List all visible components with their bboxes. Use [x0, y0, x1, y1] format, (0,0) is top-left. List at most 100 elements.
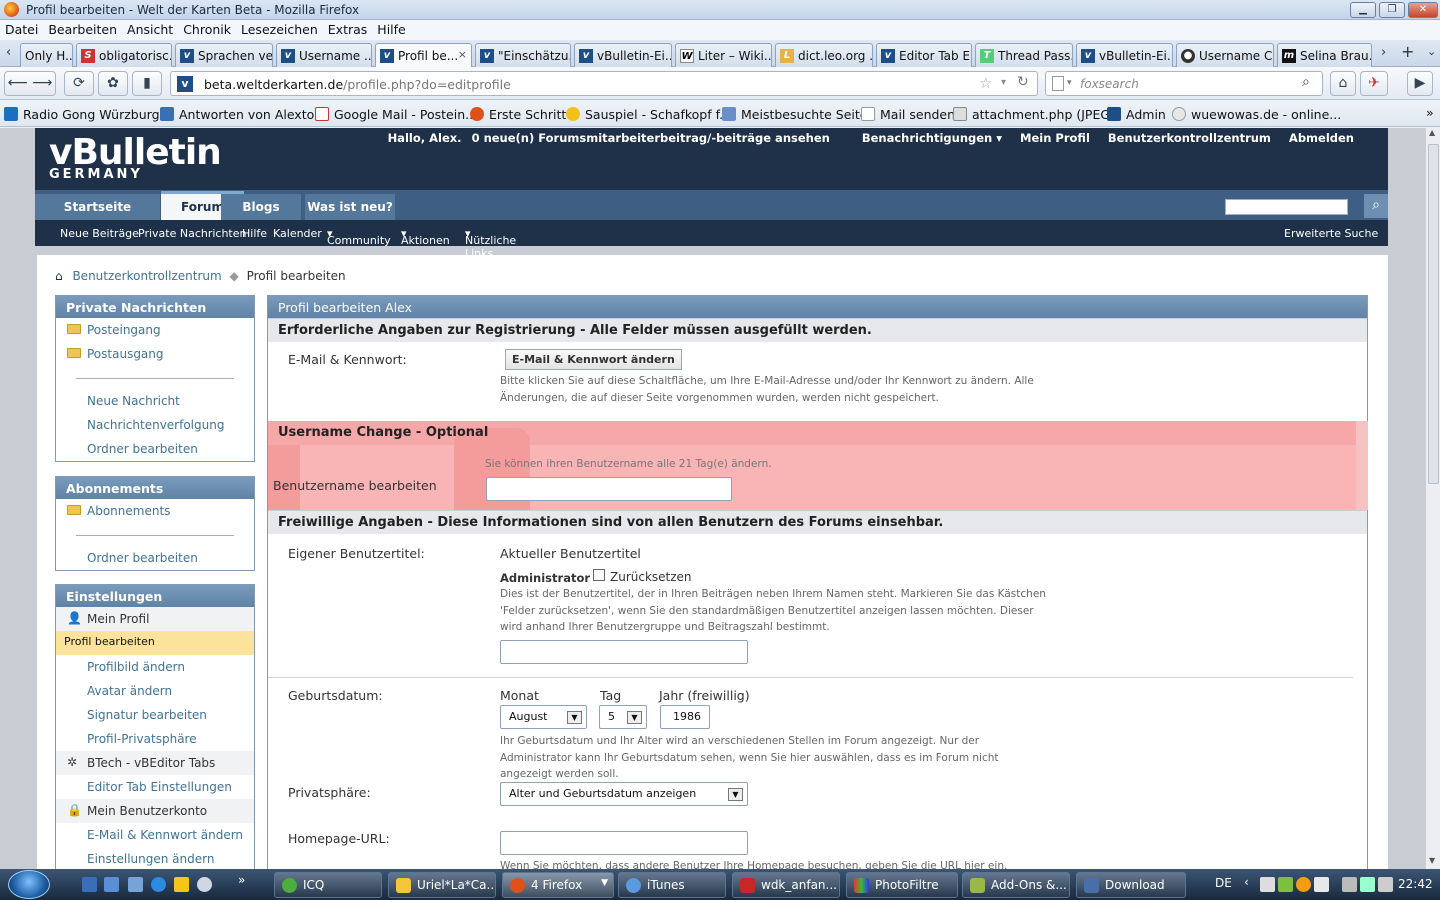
back-forward-button[interactable]: ⟵ ⟶ — [4, 71, 56, 96]
tab-close-icon[interactable]: × — [458, 48, 467, 61]
sidebar-item-profilbild[interactable]: Profilbild ändern — [56, 655, 254, 679]
tab-was-ist-neu[interactable]: Was ist neu? — [305, 194, 395, 220]
network-icon[interactable] — [1260, 877, 1275, 892]
media-icon[interactable]: ▶ — [1407, 71, 1433, 96]
tab-only-h[interactable]: Only H... — [20, 43, 73, 67]
tab-startseite[interactable]: Startseite — [35, 194, 160, 220]
tab-vbulletin-1[interactable]: v vBulletin-Ei... — [574, 43, 672, 67]
taskbar-firefox[interactable]: 4 Firefox ▼ — [502, 872, 614, 898]
sidebar-item-avatar[interactable]: Avatar ändern — [56, 679, 254, 703]
scrollbar-thumb[interactable] — [1428, 144, 1439, 484]
sidebar-item-neue-nachricht[interactable]: Neue Nachricht — [56, 389, 254, 413]
header-search-input[interactable] — [1225, 199, 1348, 215]
url-bar[interactable]: v beta.weltderkarten.de/profile.php?do=e… — [170, 71, 1038, 96]
custom-title-input[interactable] — [500, 640, 748, 664]
subnav-nuetzliche-links[interactable]: Nützliche Links ▾ — [465, 227, 516, 260]
menu-bearbeiten[interactable]: Bearbeiten — [43, 20, 122, 37]
tab-editor-tab[interactable]: vEditor Tab E... — [876, 43, 972, 67]
year-input[interactable]: 1986 — [660, 705, 710, 729]
tab-einschaetzung[interactable]: v"Einschätzu... — [475, 43, 571, 67]
sidebar-item-posteingang[interactable]: Posteingang — [56, 318, 254, 342]
tab-blogs[interactable]: Blogs — [221, 194, 301, 220]
sidebar-item-email-kennwort[interactable]: E-Mail & Kennwort ändern — [56, 823, 254, 847]
sidebar-item-abo-ordner-bearbeiten[interactable]: Ordner bearbeiten — [56, 546, 254, 570]
tab-selina[interactable]: mSelina Brau... — [1277, 43, 1372, 67]
sidebar-item-profil-privatsphaere[interactable]: Profil-Privatsphäre — [56, 727, 254, 751]
moderation-link[interactable]: 0 neue(n) Forumsmitarbeiterbeitrag/-beit… — [472, 131, 830, 145]
internet-explorer-icon[interactable] — [151, 877, 166, 892]
bookmark-admin[interactable]: Admin — [1107, 107, 1166, 122]
menu-chronik[interactable]: Chronik — [178, 20, 236, 37]
reset-title-checkbox[interactable] — [593, 569, 605, 581]
sidebar-item-ordner-bearbeiten[interactable]: Ordner bearbeiten — [56, 437, 254, 461]
tab-username[interactable]: v Username ... — [276, 43, 372, 67]
tab-scroll-left-icon[interactable]: ‹ — [6, 45, 11, 60]
menu-hilfe[interactable]: Hilfe — [372, 20, 410, 37]
privacy-select[interactable]: Alter und Geburtsdatum anzeigen ▼ — [500, 782, 748, 806]
clock[interactable]: 22:42 — [1398, 877, 1433, 891]
subnav-community[interactable]: Community ▾ — [327, 227, 391, 247]
tray-expand-icon[interactable]: ‹ — [1244, 875, 1249, 889]
tab-sprachen[interactable]: vSprachen ve... — [175, 43, 273, 67]
subnav-kalender[interactable]: Kalender — [273, 227, 322, 240]
tray-app-icon[interactable] — [1314, 877, 1329, 892]
sidebar-item-signatur[interactable]: Signatur bearbeiten — [56, 703, 254, 727]
new-tab-icon[interactable]: + — [1401, 42, 1414, 61]
search-engine-icon[interactable] — [1052, 76, 1064, 91]
tab-scroll-right-icon[interactable]: › — [1381, 45, 1386, 60]
subnav-neue-beitraege[interactable]: Neue Beiträge — [60, 227, 139, 240]
home-icon[interactable]: ⌂ — [55, 269, 63, 283]
tab-dict-leo[interactable]: Ldict.leo.org ... — [775, 43, 873, 67]
update-icon[interactable] — [1296, 877, 1311, 892]
sidebar-item-einstellungen[interactable]: Einstellungen ändern — [56, 847, 254, 869]
tab-vbulletin-2[interactable]: v vBulletin-Ei... — [1076, 43, 1173, 67]
antivirus-icon[interactable] — [1278, 877, 1293, 892]
menu-ansicht[interactable]: Ansicht — [122, 20, 178, 37]
quicklaunch-overflow-icon[interactable]: » — [238, 873, 245, 887]
header-search-icon[interactable]: ⌕ — [1364, 194, 1388, 218]
subnav-private-nachrichten[interactable]: Private Nachrichten — [138, 227, 247, 240]
wifi-icon[interactable] — [1360, 877, 1375, 892]
taskbar-filezilla[interactable]: wdk_anfan... — [732, 872, 840, 898]
sidebar-item-profil-bearbeiten[interactable]: Profil bearbeiten — [56, 631, 254, 655]
bookmarks-overflow-icon[interactable]: » — [1426, 105, 1434, 120]
explorer-icon[interactable] — [104, 877, 119, 892]
taskbar-photofiltre[interactable]: PhotoFiltre — [846, 872, 958, 898]
menu-extras[interactable]: Extras — [323, 20, 373, 37]
bookmark-mail-senden[interactable]: Mail senden — [861, 107, 955, 122]
breadcrumb-ucp-link[interactable]: Benutzerkontrollzentrum — [72, 269, 221, 283]
menu-lesezeichen[interactable]: Lesezeichen — [236, 20, 323, 37]
day-select[interactable]: 5 ▼ — [599, 705, 647, 729]
folder-icon[interactable] — [174, 877, 189, 892]
tab-list-icon[interactable]: ⌄ — [1427, 45, 1436, 58]
subnav-aktionen[interactable]: Aktionen ▾ — [401, 227, 450, 247]
change-email-button[interactable]: E-Mail & Kennwort ändern — [505, 349, 682, 370]
month-select[interactable]: August ▼ — [500, 705, 587, 729]
refresh-icon[interactable]: ↻ — [1017, 74, 1029, 90]
computer-icon[interactable] — [128, 877, 143, 892]
user-cp-link[interactable]: Benutzerkontrollzentrum — [1108, 131, 1271, 145]
page-scrollbar[interactable]: ▲ ▼ — [1425, 128, 1440, 869]
show-desktop-icon[interactable] — [82, 877, 97, 892]
minimize-button[interactable]: ▁ — [1350, 2, 1376, 18]
my-profile-link[interactable]: Mein Profil — [1020, 131, 1090, 145]
subnav-hilfe[interactable]: Hilfe — [242, 227, 267, 240]
maximize-button[interactable]: ❐ — [1379, 2, 1405, 18]
search-icon[interactable]: ⌕ — [1302, 74, 1310, 90]
volume-icon[interactable] — [1378, 877, 1393, 892]
tab-username-c[interactable]: ●Username C... — [1176, 43, 1274, 67]
home-icon[interactable]: ⌂ — [1330, 71, 1356, 96]
sidebar-item-postausgang[interactable]: Postausgang — [56, 342, 254, 366]
sidebar-item-editor-tab[interactable]: Editor Tab Einstellungen — [56, 775, 254, 799]
start-button[interactable] — [8, 870, 50, 899]
bookmark-star-icon[interactable]: ☆ — [979, 74, 992, 92]
search-icon[interactable] — [197, 877, 212, 892]
history-dropdown-icon[interactable]: ▾ — [1001, 77, 1006, 88]
bookmark-erste-schritte[interactable]: Erste Schritte — [470, 107, 574, 122]
vbulletin-logo[interactable]: vBulletin GERMANY — [49, 132, 222, 182]
bookmark-meistbesuchte[interactable]: Meistbesuchte Seiten — [722, 107, 875, 122]
addon-icon[interactable]: ✿ — [98, 71, 128, 96]
advanced-search-link[interactable]: Erweiterte Suche — [1284, 227, 1378, 240]
taskbar-uriel[interactable]: Uriel*La*Ca... — [388, 872, 496, 898]
tab-thread-pass[interactable]: TThread Pass... — [975, 43, 1073, 67]
